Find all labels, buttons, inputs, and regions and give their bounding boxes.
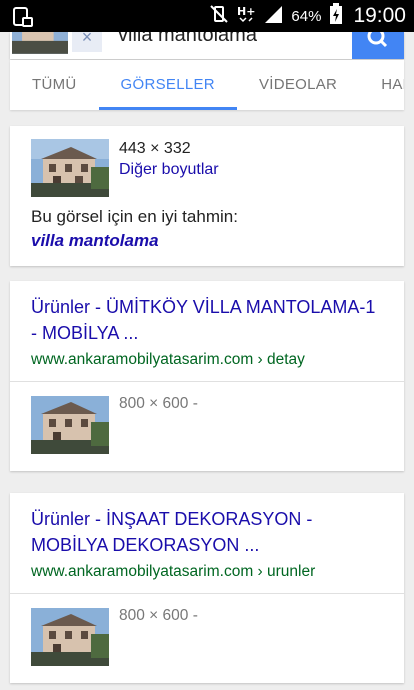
screenshot-notification-icon [12, 6, 34, 28]
search-button[interactable] [352, 32, 404, 59]
search-icon [367, 32, 388, 48]
search-input[interactable]: villa mantolama [118, 32, 257, 47]
result-thumbnail[interactable] [31, 396, 109, 454]
status-bar: H+ 64% 19:00 [0, 0, 414, 32]
divider [10, 381, 404, 382]
battery-icon [329, 2, 343, 30]
result-title-link[interactable]: Ürünler - İNŞAAT DEKORASYON - MOBİLYA DE… [31, 506, 381, 558]
clear-image-icon[interactable]: × [72, 32, 102, 52]
vibrate-mute-icon [209, 4, 229, 29]
query-image[interactable] [31, 139, 109, 197]
image-dimensions: 443 × 332 [119, 140, 191, 157]
best-guess-label: Bu görsel için en iyi tahmin: [31, 207, 238, 226]
svg-text:H+: H+ [237, 5, 255, 18]
query-image-thumbnail[interactable] [12, 32, 68, 54]
result-url: www.ankaramobilyatasarim.com › urunler [31, 563, 316, 580]
search-bar: × villa mantolama [10, 32, 404, 59]
battery-percentage: 64% [291, 7, 322, 25]
divider [10, 593, 404, 594]
network-type-icon: H+ [237, 4, 256, 29]
result-card: Ürünler - ÜMİTKÖY VİLLA MANTOLAMA-1 - MO… [10, 281, 404, 471]
result-thumbnail[interactable] [31, 608, 109, 666]
tab-images[interactable]: GÖRSELLER [98, 60, 238, 110]
result-image-size: 800 × 600 - [119, 395, 198, 412]
tab-news[interactable]: HABE [359, 60, 404, 110]
best-guess-card: 443 × 332 Diğer boyutlar Bu görsel için … [10, 126, 404, 266]
signal-icon [263, 4, 283, 29]
clock: 19:00 [353, 4, 406, 27]
other-sizes-link[interactable]: Diğer boyutlar [119, 161, 219, 179]
best-guess-link[interactable]: villa mantolama [31, 231, 159, 251]
result-card: Ürünler - İNŞAAT DEKORASYON - MOBİLYA DE… [10, 493, 404, 683]
result-title-link[interactable]: Ürünler - ÜMİTKÖY VİLLA MANTOLAMA-1 - MO… [31, 294, 381, 346]
result-image-size: 800 × 600 - [119, 607, 198, 624]
search-tabs: TÜMÜ GÖRSELLER VİDEOLAR HABE [10, 60, 404, 110]
tab-videos[interactable]: VİDEOLAR [237, 60, 359, 110]
tab-all[interactable]: TÜMÜ [10, 60, 99, 110]
result-url: www.ankaramobilyatasarim.com › detay [31, 351, 305, 368]
